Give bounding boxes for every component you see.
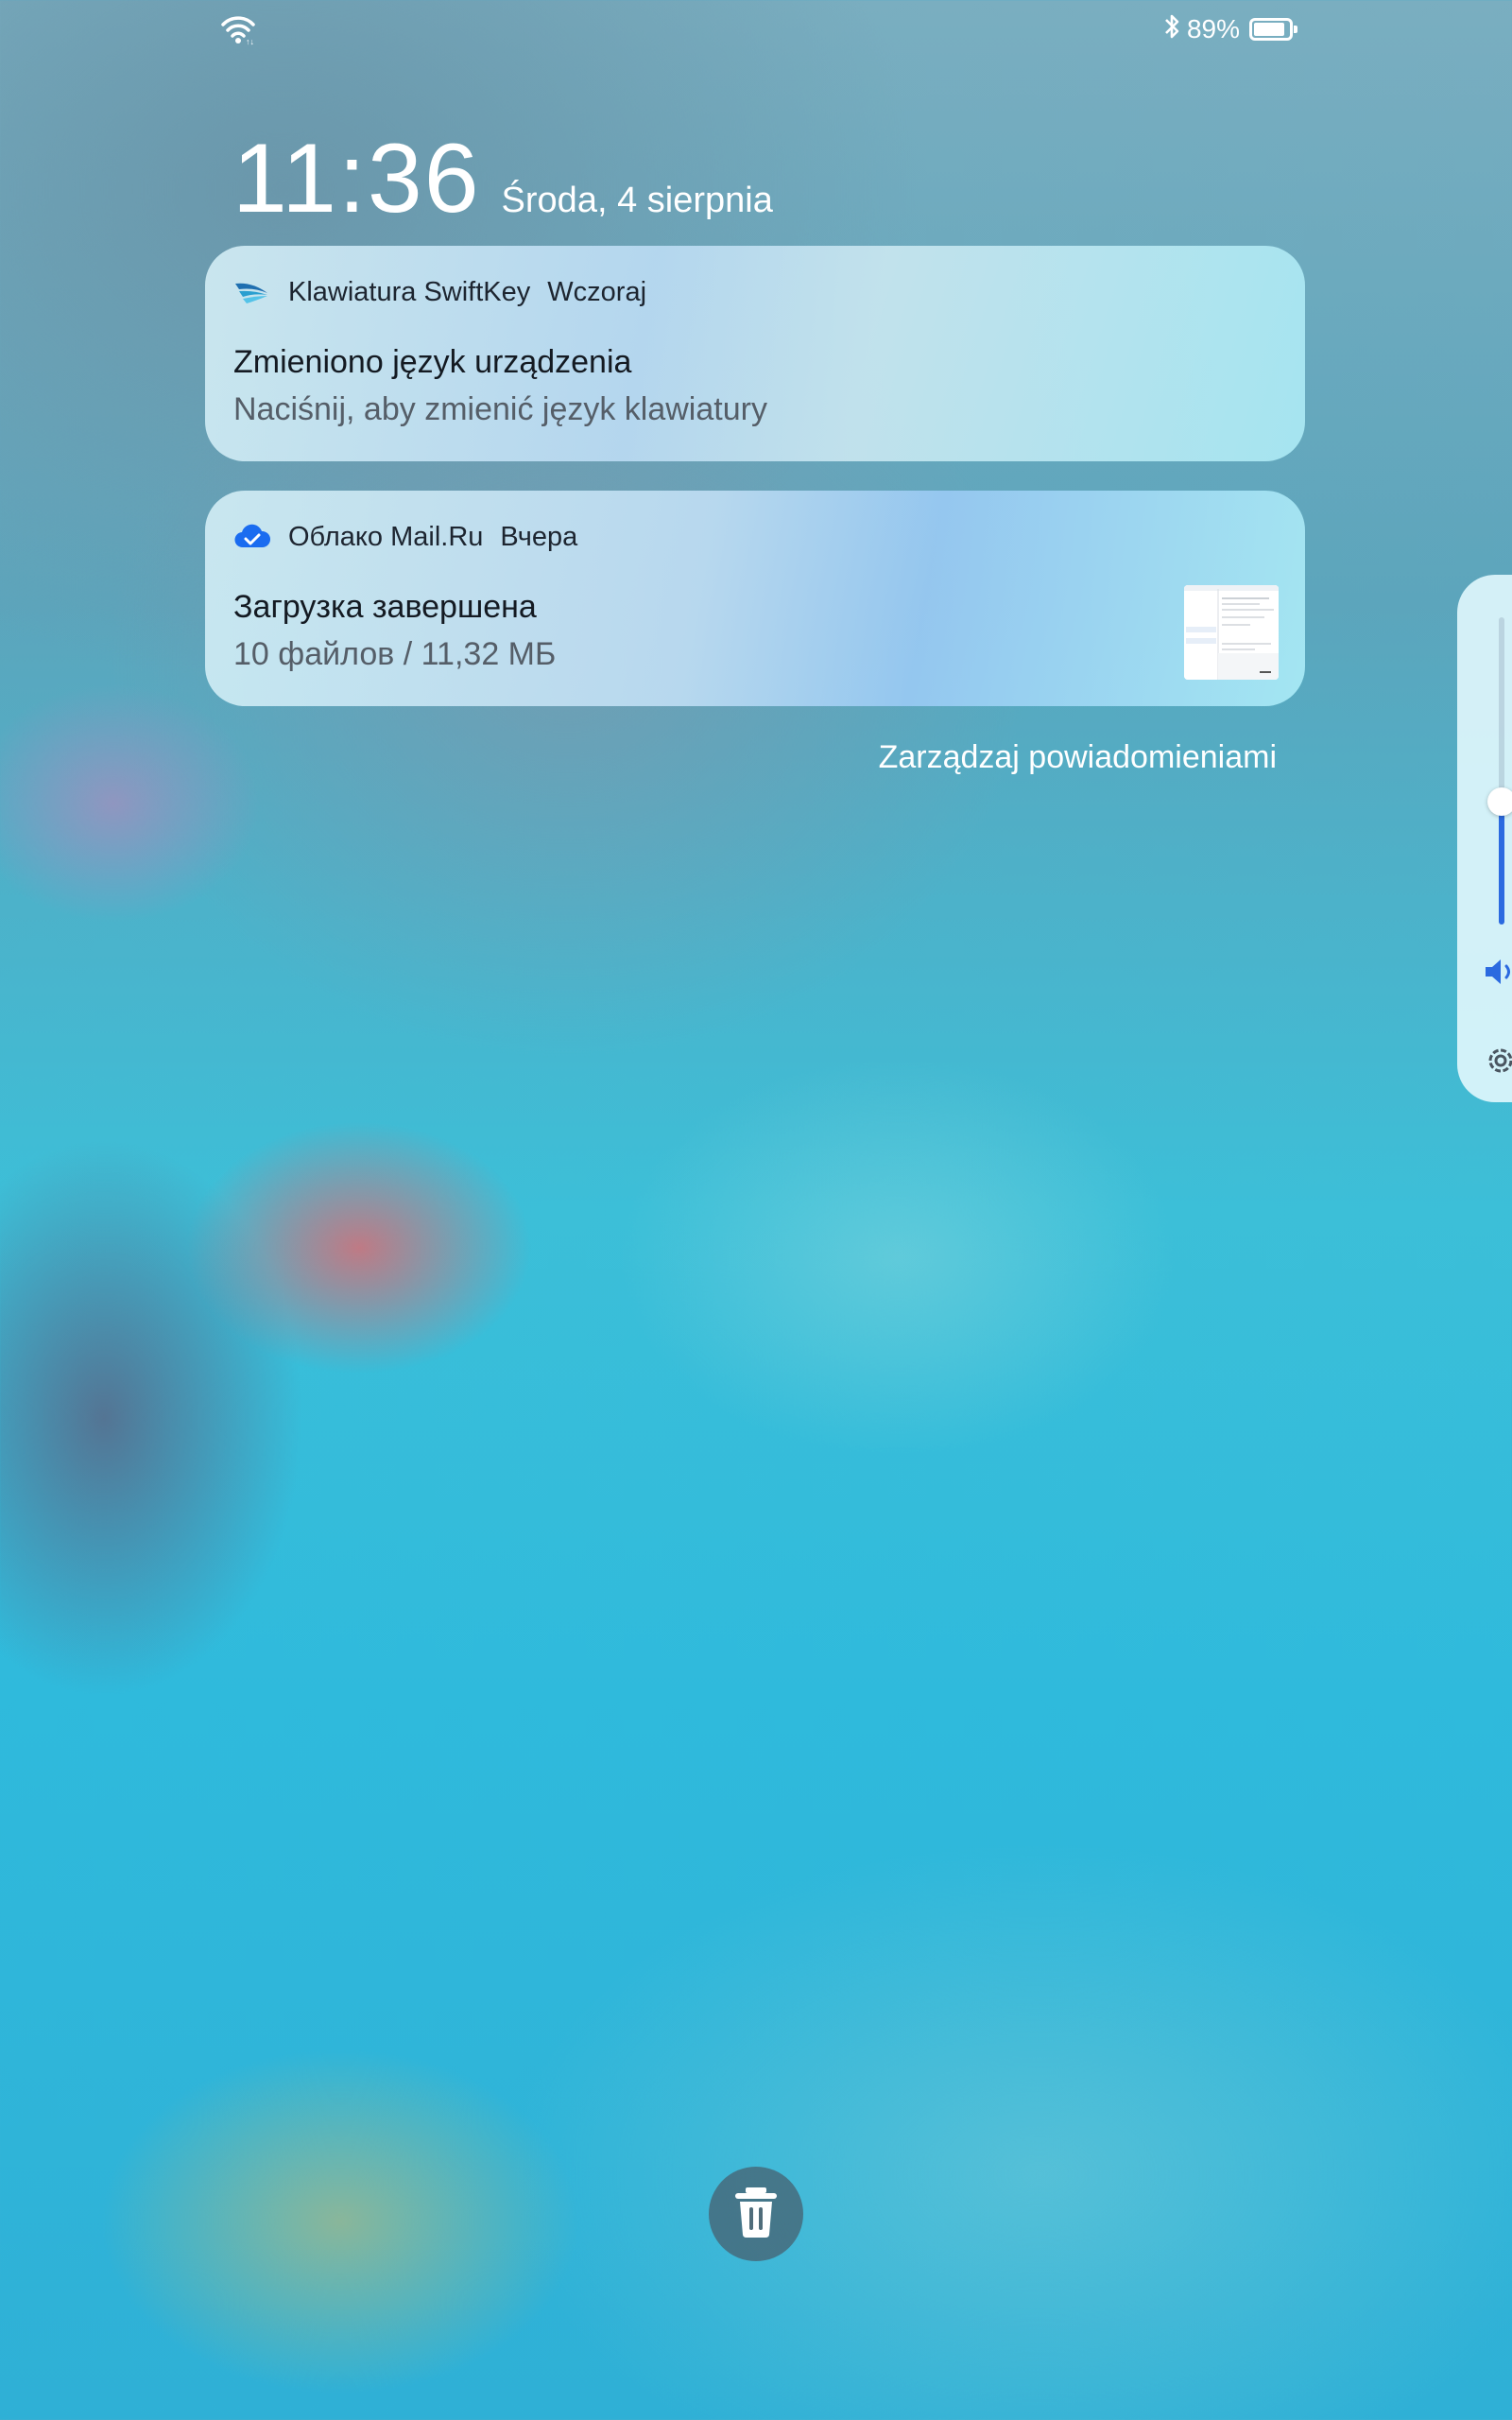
- notification-timestamp: Wczoraj: [547, 276, 647, 307]
- clock-time: 11:36: [232, 124, 481, 233]
- swiftkey-icon: [233, 273, 271, 311]
- trash-icon: [732, 2186, 780, 2243]
- notification-title: Загрузка завершена: [233, 589, 537, 625]
- notification-app-name: Klawiatura SwiftKey: [288, 276, 531, 307]
- notification-thumbnail: [1184, 585, 1279, 680]
- svg-text:↑↓: ↑↓: [246, 37, 254, 45]
- notification-body: Naciśnij, aby zmienić język klawiatury: [233, 391, 767, 427]
- battery-percent: 89%: [1186, 14, 1240, 43]
- notification-header: Klawiatura SwiftKey Wczoraj: [233, 272, 646, 312]
- clock-date: Środa, 4 sierpnia: [501, 181, 773, 220]
- volume-slider-handle[interactable]: [1487, 787, 1512, 816]
- volume-slider[interactable]: [1499, 617, 1504, 925]
- gear-icon[interactable]: [1482, 1042, 1512, 1080]
- notification-mail-cloud[interactable]: Облако Mail.Ru Вчера Загрузка завершена …: [205, 491, 1305, 706]
- clear-notifications-button[interactable]: [709, 2167, 803, 2261]
- notification-header: Облако Mail.Ru Вчера: [233, 517, 577, 557]
- notification-body: 10 файлов / 11,32 МБ: [233, 636, 557, 672]
- notification-swiftkey[interactable]: Klawiatura SwiftKey Wczoraj Zmieniono ję…: [205, 246, 1305, 461]
- notification-title: Zmieniono język urządzenia: [233, 344, 632, 380]
- wifi-icon: ↑↓: [219, 13, 257, 46]
- manage-notifications-link[interactable]: Zarządzaj powiadomieniami: [879, 739, 1277, 776]
- notification-timestamp: Вчера: [500, 521, 578, 552]
- battery-icon: [1249, 18, 1297, 41]
- speaker-icon[interactable]: [1482, 953, 1512, 991]
- volume-slider-fill: [1499, 802, 1504, 925]
- lockscreen-clock: 11:36 Środa, 4 sierpnia: [232, 123, 773, 235]
- volume-panel[interactable]: [1457, 575, 1512, 1102]
- status-indicators: 89%: [1162, 12, 1297, 47]
- cloud-check-icon: [233, 518, 271, 556]
- bluetooth-icon: [1162, 12, 1181, 47]
- notification-app-name: Облако Mail.Ru: [288, 521, 484, 552]
